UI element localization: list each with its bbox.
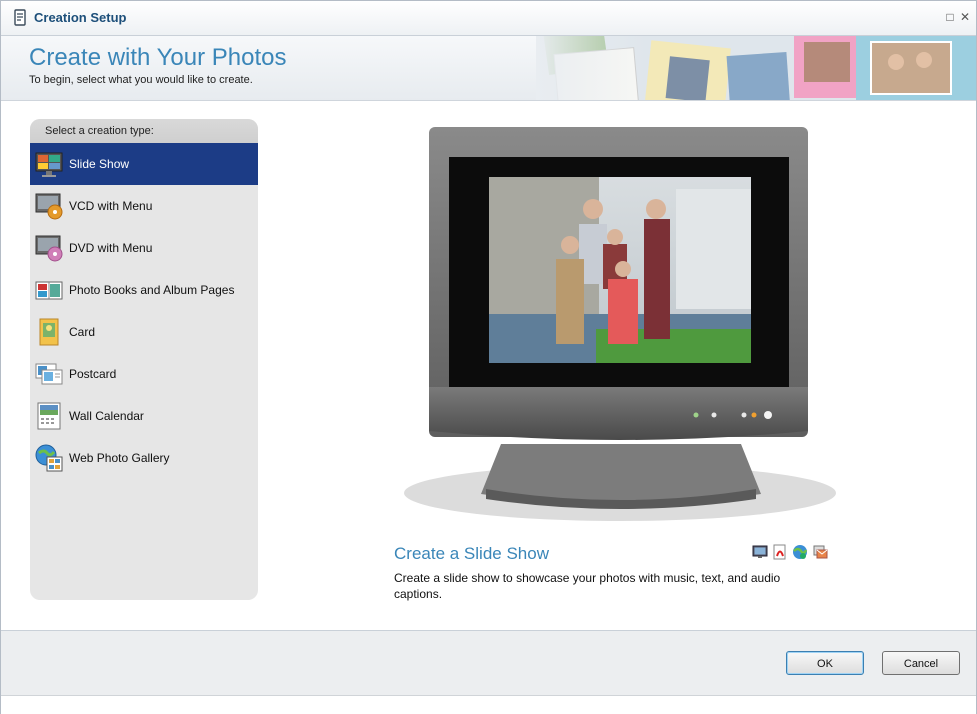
photo-book-icon (34, 275, 64, 305)
title-bar[interactable]: Creation Setup □ ✕ (1, 1, 976, 36)
header-banner-image (536, 36, 976, 100)
sidebar-item-label: Postcard (69, 367, 117, 381)
email-icon (812, 544, 828, 560)
card-icon (34, 317, 64, 347)
cancel-button[interactable]: Cancel (882, 651, 960, 675)
sidebar-item-web-photo-gallery[interactable]: Web Photo Gallery (30, 437, 258, 479)
page-header: Create with Your Photos To begin, select… (1, 36, 976, 101)
sidebar-item-label: Slide Show (69, 157, 130, 171)
sidebar-item-label: Card (69, 325, 96, 339)
dvd-icon (34, 233, 64, 263)
creation-type-sidebar: Select a creation type: Slide Show VCD w… (30, 119, 258, 600)
status-bar (1, 695, 976, 714)
output-format-icons (752, 544, 832, 562)
sidebar-item-label: Web Photo Gallery (69, 451, 170, 465)
postcard-icon (34, 359, 64, 389)
maximize-icon[interactable]: □ (943, 10, 957, 24)
calendar-icon (34, 401, 64, 431)
sidebar-item-photo-books[interactable]: Photo Books and Album Pages (30, 269, 258, 311)
sidebar-item-card[interactable]: Card (30, 311, 258, 353)
slide-show-preview-image (396, 119, 846, 529)
pdf-icon (772, 544, 788, 560)
vcd-icon (34, 191, 64, 221)
sidebar-item-label: VCD with Menu (69, 199, 153, 213)
app-icon (13, 9, 27, 26)
creation-setup-window: Creation Setup □ ✕ Create with Your Phot… (0, 0, 977, 714)
sidebar-heading: Select a creation type: (30, 119, 258, 143)
window-title: Creation Setup (34, 10, 127, 25)
web-gallery-icon (34, 443, 64, 473)
monitor-icon (752, 544, 768, 560)
sidebar-item-dvd-with-menu[interactable]: DVD with Menu (30, 227, 258, 269)
sidebar-item-label: Wall Calendar (69, 409, 144, 423)
sidebar-item-wall-calendar[interactable]: Wall Calendar (30, 395, 258, 437)
detail-description: Create a slide show to showcase your pho… (394, 571, 781, 601)
page-title: Create with Your Photos (29, 44, 287, 71)
sidebar-item-label: Photo Books and Album Pages (69, 283, 235, 297)
page-subtitle: To begin, select what you would like to … (29, 74, 253, 86)
slideshow-icon (34, 149, 64, 179)
detail-title: Create a Slide Show (394, 544, 549, 563)
sidebar-item-label: DVD with Menu (69, 241, 153, 255)
sidebar-item-vcd-with-menu[interactable]: VCD with Menu (30, 185, 258, 227)
sidebar-item-postcard[interactable]: Postcard (30, 353, 258, 395)
ok-button[interactable]: OK (786, 651, 864, 675)
close-icon[interactable]: ✕ (958, 10, 972, 24)
sidebar-item-slide-show[interactable]: Slide Show (30, 143, 258, 185)
web-icon (792, 544, 808, 560)
